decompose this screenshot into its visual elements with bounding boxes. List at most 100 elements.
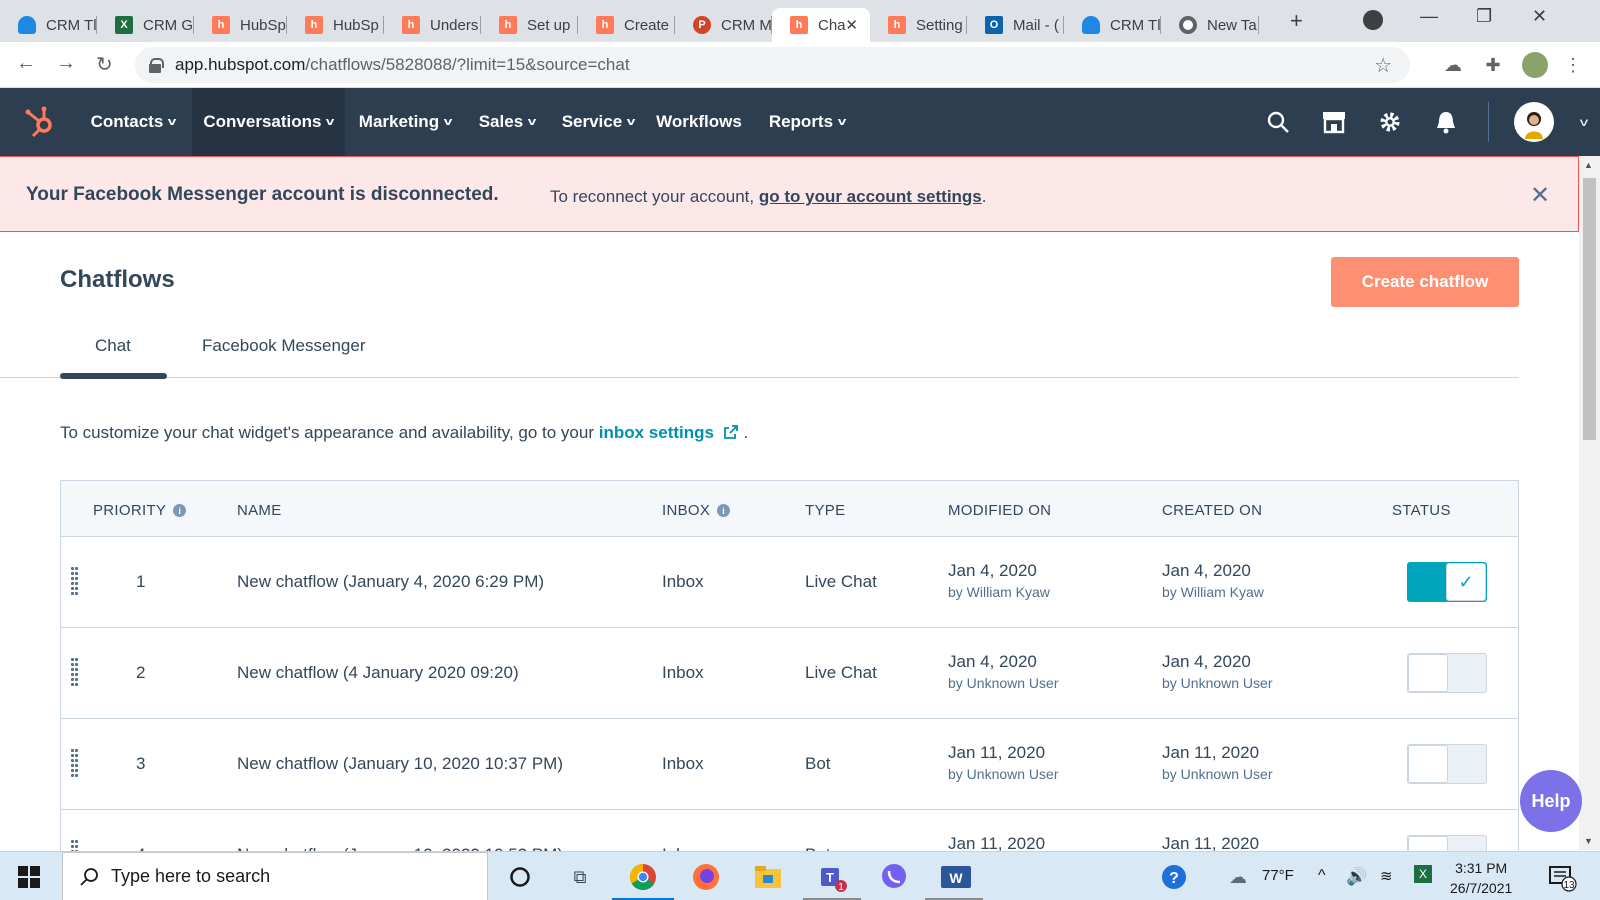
browser-tab[interactable]: CRM Tl [0,8,97,42]
browser-tab[interactable]: New Ta [1161,8,1259,42]
extension-icon[interactable]: ☁ [1442,54,1464,76]
header-name[interactable]: NAME [237,502,282,519]
browser-tab[interactable]: h HubSp [287,8,384,42]
header-type[interactable]: TYPE [805,502,845,519]
cortana-icon[interactable] [504,861,536,893]
header-modified-on[interactable]: MODIFIED ON [948,502,1051,519]
help-button[interactable]: Help [1520,770,1582,832]
table-row[interactable]: 2 New chatflow (4 January 2020 09:20) Inbo… [61,628,1518,719]
nav-item-contacts[interactable]: Contacts v [78,88,188,156]
show-hidden-icons-icon[interactable]: ^ [1318,867,1326,885]
account-settings-link[interactable]: go to your account settings [759,187,982,206]
nav-item-marketing[interactable]: Marketing v [345,88,465,156]
external-link-icon[interactable] [723,424,739,440]
volume-icon[interactable]: 🔊 [1346,867,1367,887]
notifications-bell-icon[interactable] [1432,108,1460,136]
type-cell: Bot [805,754,831,773]
network-icon[interactable]: ≋ [1380,867,1393,885]
browser-tab[interactable]: P CRM M [675,8,772,42]
header-priority[interactable]: PRIORITY i [93,502,187,519]
scroll-up-arrow-icon[interactable]: ▲ [1584,160,1593,170]
task-view-icon[interactable]: ⧉ [564,861,596,893]
weather-icon[interactable]: ☁ [1222,861,1254,893]
viber-icon[interactable] [878,861,910,893]
nav-item-label: Conversations [203,112,322,131]
chrome-icon[interactable] [627,861,659,893]
notification-center-icon[interactable]: 13 [1546,861,1578,893]
user-avatar[interactable] [1514,102,1554,142]
browser-tab[interactable]: h HubSp [194,8,287,42]
nav-item-workflows[interactable]: Workflows [647,88,751,156]
name-cell[interactable]: New chatflow (January 10, 2020 10:37 PM) [237,754,563,774]
back-button[interactable]: ← [16,52,36,75]
status-toggle[interactable] [1407,744,1487,784]
browser-tab[interactable]: h Cha ✕ [772,8,870,42]
tab-facebook-messenger[interactable]: Facebook Messenger [202,336,365,356]
create-chatflow-button[interactable]: Create chatflow [1331,257,1519,307]
browser-menu-icon[interactable]: ⋮ [1562,54,1584,76]
status-toggle[interactable]: ✓ [1407,562,1487,602]
bookmark-star-icon[interactable]: ☆ [1374,53,1392,78]
header-inbox[interactable]: INBOX i [662,502,731,519]
nav-item-service[interactable]: Service v [549,88,647,156]
scroll-down-arrow-icon[interactable]: ▼ [1584,836,1593,846]
banner-close-icon[interactable]: ✕ [1530,181,1550,210]
help-tray-icon[interactable]: ? [1158,861,1190,893]
tab-chat[interactable]: Chat [95,336,131,356]
header-created-on[interactable]: CREATED ON [1162,502,1262,519]
nav-item-reports[interactable]: Reports v [751,88,863,156]
tabs-divider [0,377,1519,378]
priority-info-icon[interactable]: i [173,504,187,517]
table-row[interactable]: 3 New chatflow (January 10, 2020 10:37 PM… [61,719,1518,810]
nav-item-conversations[interactable]: Conversations v [192,88,345,156]
scrollbar-thumb[interactable] [1583,178,1596,440]
new-tab-button[interactable]: + [1290,8,1303,34]
status-toggle[interactable] [1407,653,1487,693]
browser-tab[interactable]: CRM Tl [1064,8,1161,42]
url-bar[interactable]: app.hubspot.com/chatflows/5828088/?limit… [135,47,1410,83]
reload-button[interactable]: ↻ [96,52,113,77]
maximize-button[interactable]: ❐ [1476,6,1492,27]
marketplace-icon[interactable] [1320,108,1348,136]
minimize-button[interactable]: — [1420,6,1438,27]
inbox-settings-link[interactable]: inbox settings [599,423,714,442]
taskbar-clock[interactable]: 3:31 PM 26/7/2021 [1450,858,1512,898]
browser-tab[interactable]: h Set up [481,8,578,42]
account-menu-chevron-icon[interactable]: v [1564,108,1600,136]
windows-start-icon[interactable] [18,866,40,888]
firefox-icon[interactable] [690,861,722,893]
extensions-puzzle-icon[interactable]: ✚ [1482,54,1504,76]
tab-search-icon[interactable] [1363,10,1383,30]
drag-handle-icon[interactable] [71,658,79,686]
chevron-down-icon: v [837,116,847,128]
close-tab-icon[interactable]: ✕ [845,16,858,34]
inbox-info-icon[interactable]: i [717,504,731,517]
browser-tab[interactable]: h Unders [384,8,481,42]
word-icon[interactable]: W [940,861,972,893]
page-title: Chatflows [60,266,175,293]
search-icon[interactable] [1264,108,1292,136]
search-placeholder: Type here to search [111,866,271,886]
excel-tray-icon[interactable]: X [1414,865,1432,883]
browser-tab[interactable]: O Mail - ( [967,8,1064,42]
drag-handle-icon[interactable] [71,567,79,595]
name-cell[interactable]: New chatflow (January 4, 2020 6:29 PM) [237,572,544,592]
nav-item-sales[interactable]: Sales v [465,88,549,156]
drag-handle-icon[interactable] [71,749,79,777]
type-cell: Live Chat [805,572,877,591]
settings-gear-icon[interactable] [1376,108,1404,136]
teams-icon[interactable]: T1 [816,861,848,893]
file-explorer-icon[interactable] [752,861,784,893]
taskbar-search-box[interactable]: Type here to search [62,852,488,900]
name-cell[interactable]: New chatflow (4 January 2020 09:20) [237,663,519,683]
page-scrollbar[interactable]: ▲ ▼ [1579,156,1600,850]
type-cell: Live Chat [805,663,877,682]
close-window-button[interactable]: ✕ [1532,6,1547,27]
hubspot-logo-icon[interactable] [22,104,58,140]
browser-tab[interactable]: h Create [578,8,675,42]
browser-tab[interactable]: X CRM G [97,8,194,42]
forward-button[interactable]: → [56,52,76,75]
profile-avatar[interactable] [1522,52,1548,78]
browser-tab[interactable]: h Setting [870,8,967,42]
table-row[interactable]: 1 New chatflow (January 4, 2020 6:29 PM) I… [61,537,1518,628]
